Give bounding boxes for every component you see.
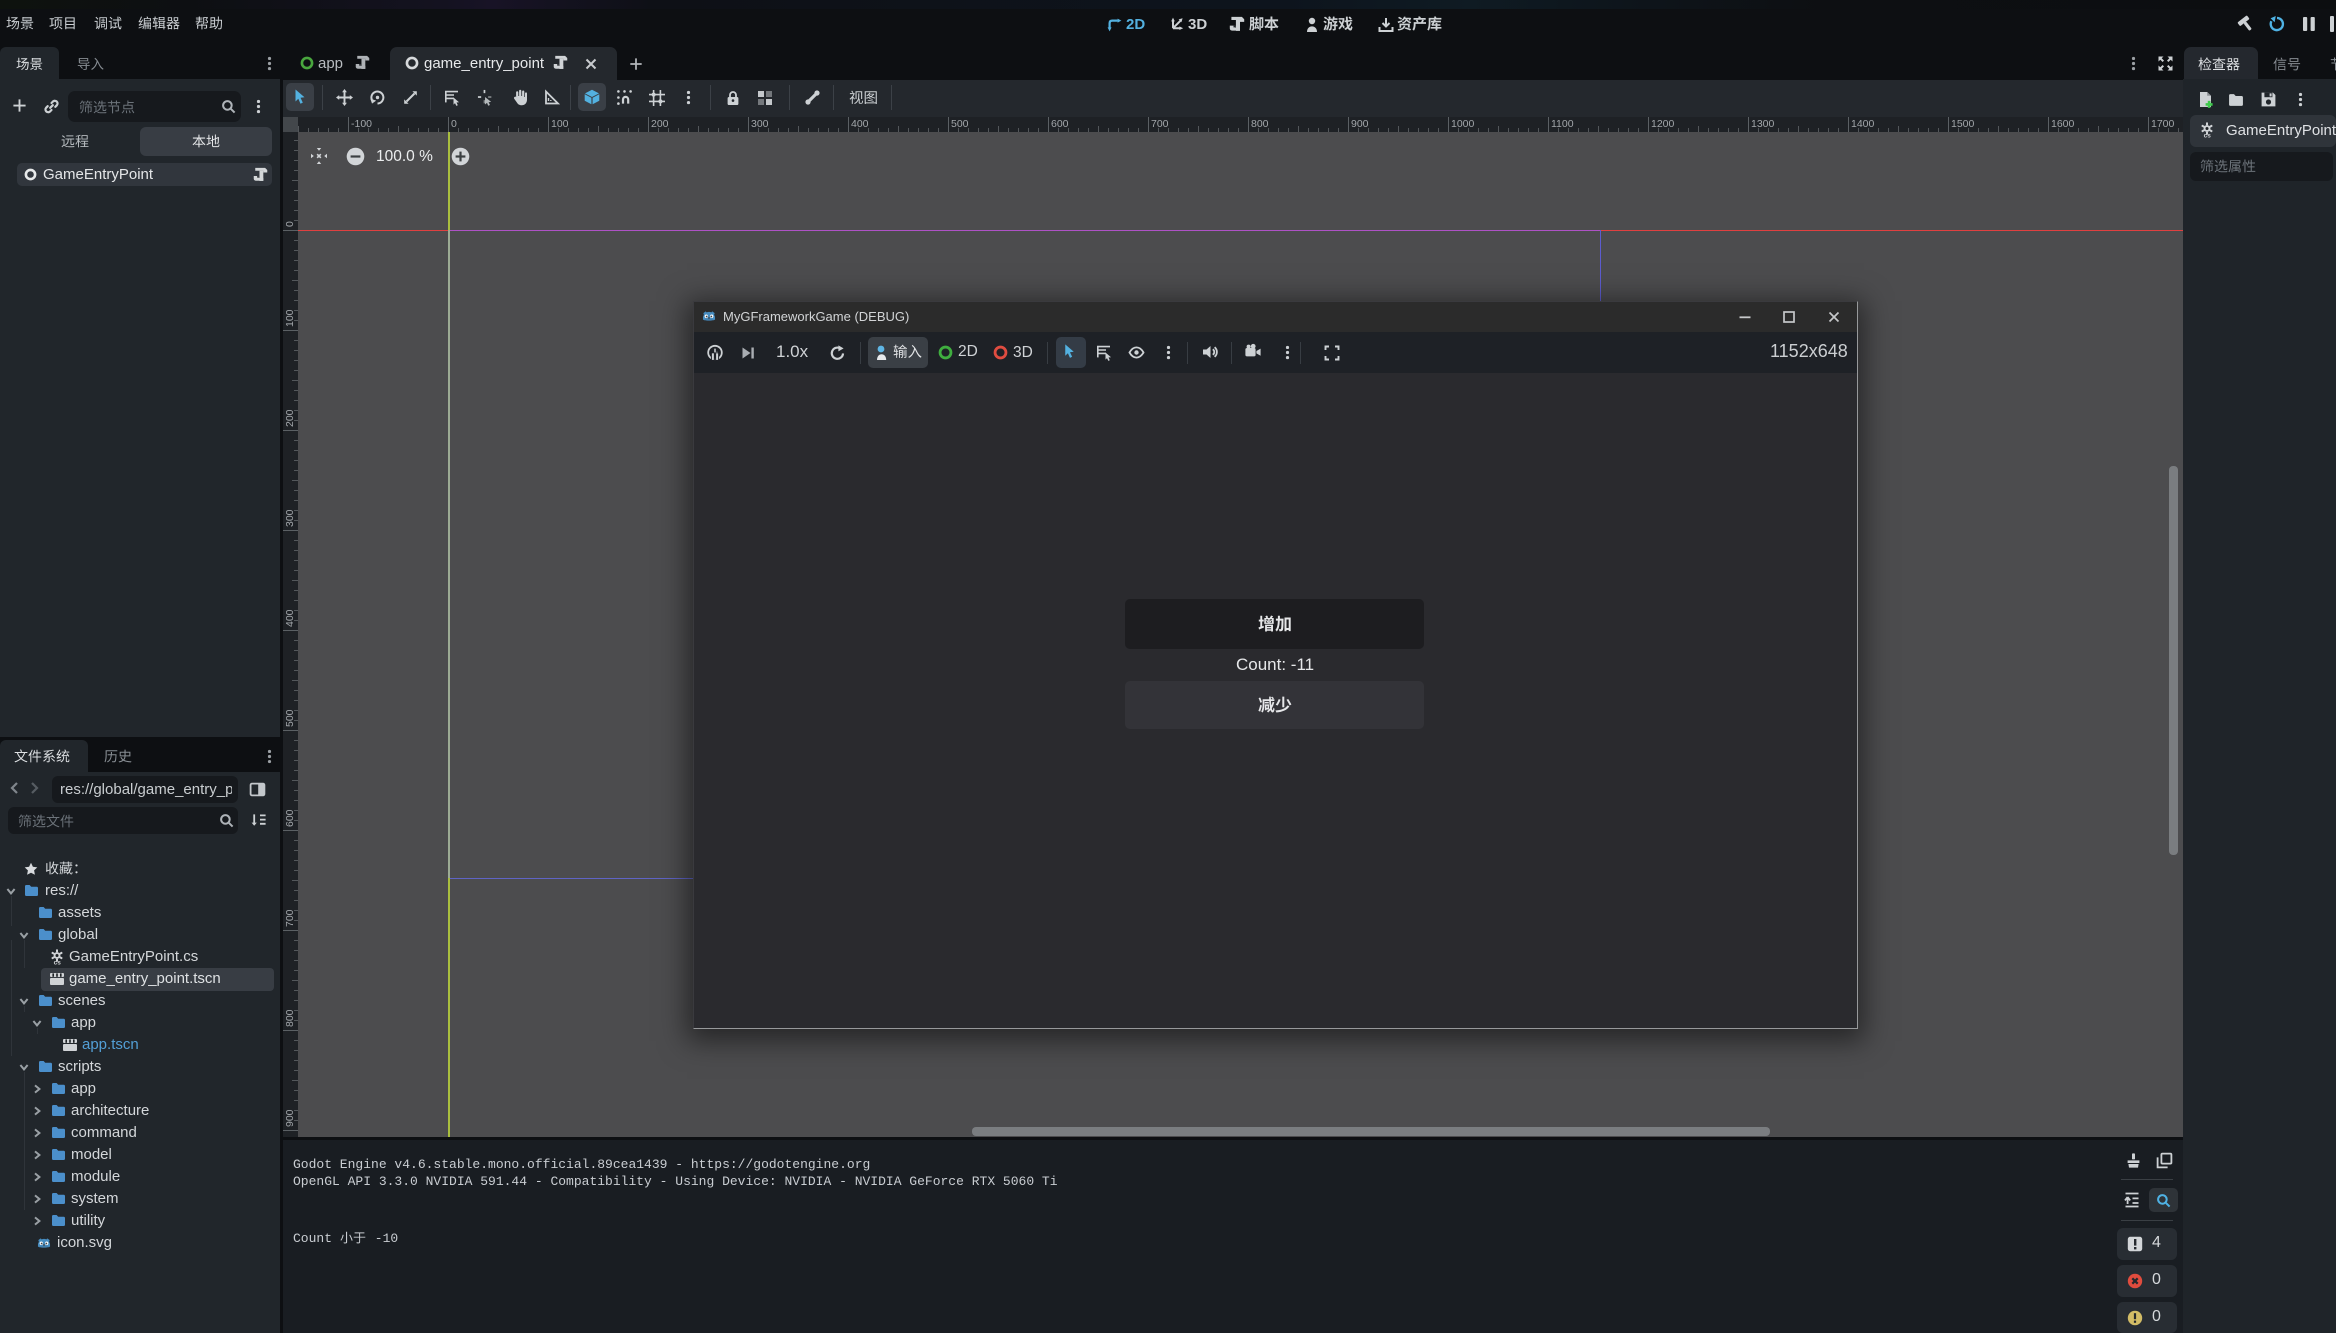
svg-text:cs: cs xyxy=(2204,133,2212,138)
svg-text:cs: cs xyxy=(54,960,62,965)
